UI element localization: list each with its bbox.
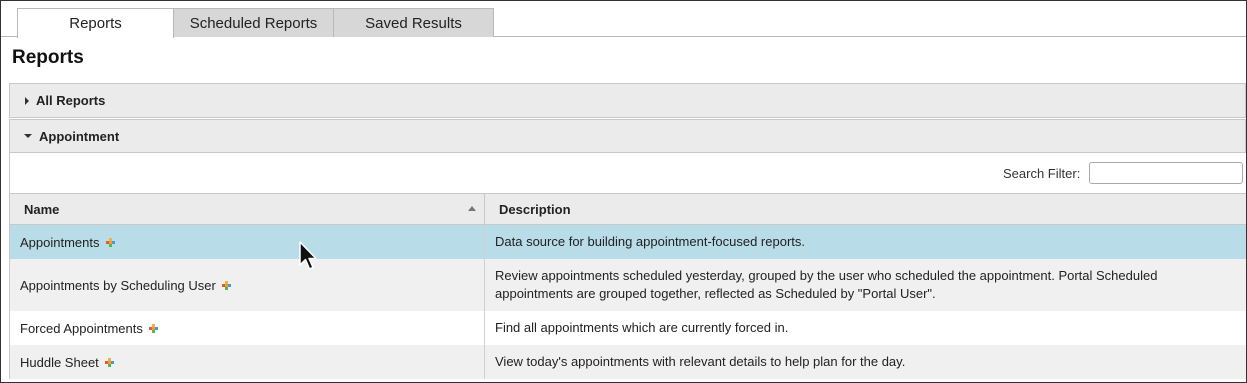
row-name: Huddle Sheet — [20, 354, 99, 370]
search-filter-label: Search Filter: — [1003, 166, 1081, 181]
column-header-name[interactable]: Name — [10, 194, 485, 225]
reports-window: Reports Scheduled Reports Saved Results … — [0, 0, 1247, 383]
row-description: View today's appointments with relevant … — [495, 354, 906, 369]
plus-icon[interactable] — [104, 357, 114, 367]
tab-bar: Reports Scheduled Reports Saved Results — [1, 1, 1246, 38]
column-description-label: Description — [499, 202, 571, 217]
row-name: Appointments by Scheduling User — [20, 277, 216, 293]
row-description: Find all appointments which are currentl… — [495, 320, 789, 335]
column-name-label: Name — [24, 202, 60, 217]
table-header: Name Description — [9, 193, 1246, 225]
all-reports-label: All Reports — [36, 93, 106, 108]
row-name: Appointments — [20, 234, 100, 250]
table-row[interactable]: Huddle Sheet View today's appointments w… — [9, 345, 1246, 379]
tab-saved-results[interactable]: Saved Results — [333, 8, 494, 37]
plus-icon[interactable] — [105, 237, 115, 247]
filter-bar: Search Filter: — [9, 153, 1246, 193]
tab-reports[interactable]: Reports — [17, 8, 174, 38]
sort-ascending-icon — [468, 206, 476, 211]
table-row[interactable]: Appointments Data source for building ap… — [9, 225, 1246, 259]
mouse-pointer-icon — [299, 241, 317, 270]
row-description: Review appointments scheduled yesterday,… — [495, 268, 1158, 301]
search-filter-input[interactable] — [1089, 162, 1243, 184]
appointment-label: Appointment — [39, 128, 120, 144]
table-row[interactable]: Appointments by Scheduling User Review a… — [9, 259, 1246, 311]
table-row[interactable]: Forced Appointments Find all appointment… — [9, 311, 1246, 345]
plus-icon[interactable] — [148, 323, 158, 333]
row-description: Data source for building appointment-foc… — [495, 234, 806, 249]
appointment-panel-header[interactable]: Appointment — [9, 119, 1246, 153]
caret-down-icon — [24, 134, 32, 138]
row-name: Forced Appointments — [20, 320, 143, 336]
plus-icon[interactable] — [221, 280, 231, 290]
row-name-cell: Forced Appointments — [10, 311, 485, 345]
row-name-cell: Huddle Sheet — [10, 345, 485, 379]
row-name-cell: Appointments — [10, 225, 485, 259]
all-reports-panel-header[interactable]: All Reports — [9, 83, 1246, 118]
caret-right-icon — [25, 96, 29, 105]
tab-scheduled-reports[interactable]: Scheduled Reports — [173, 8, 334, 37]
page-title: Reports — [12, 47, 84, 68]
column-header-description[interactable]: Description — [485, 194, 1246, 225]
reports-table: Name Description Appointments Data sourc… — [9, 193, 1246, 379]
row-name-cell: Appointments by Scheduling User — [10, 259, 485, 311]
